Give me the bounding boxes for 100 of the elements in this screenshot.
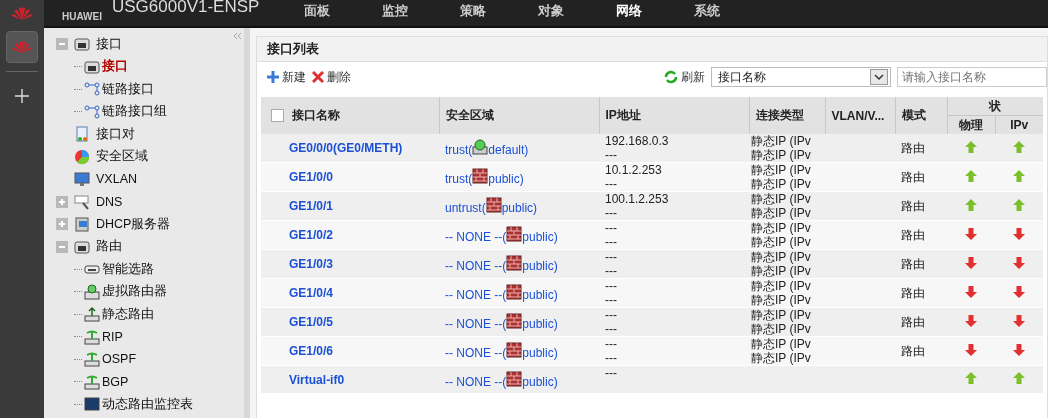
connection-type: 静态IP (IPv xyxy=(751,264,812,278)
tree-item[interactable]: 接口 xyxy=(96,35,122,53)
vsys-link[interactable]: public) xyxy=(522,230,558,244)
tree-item[interactable]: 链路接口 xyxy=(102,80,154,98)
interface-link[interactable]: GE1/0/2 xyxy=(289,228,334,242)
ip-address: --- xyxy=(605,337,618,351)
ip-address: --- xyxy=(605,264,618,278)
vsys-link[interactable]: public) xyxy=(522,374,558,389)
tree-item[interactable]: 接口对 xyxy=(96,125,135,143)
column-header: VLAN/V... xyxy=(831,108,885,123)
mode-cell: 路由 xyxy=(901,285,925,300)
monitor-icon xyxy=(74,171,90,188)
collapse-toggle[interactable] xyxy=(56,38,68,51)
nav-tab[interactable]: 对象 xyxy=(538,2,617,20)
column-header: 接口名称 xyxy=(292,108,340,122)
tree-item[interactable]: 智能选路 xyxy=(102,260,154,278)
mode-cell: 路由 xyxy=(901,256,925,271)
ip-address: 100.1.2.253 xyxy=(605,192,670,206)
search-field[interactable]: 请输入接口名称 xyxy=(897,67,1047,87)
tree-item[interactable]: 路由 xyxy=(96,238,122,256)
port-icon xyxy=(74,36,90,53)
column-header: 模式 xyxy=(901,108,926,122)
vsys-link[interactable]: public) xyxy=(522,317,558,331)
pie-chart-icon xyxy=(74,148,90,165)
new-button[interactable]: 新建 xyxy=(267,68,306,86)
expand-toggle[interactable] xyxy=(56,218,68,231)
select-all-checkbox[interactable] xyxy=(271,109,284,123)
router-icon xyxy=(84,306,100,323)
add-icon[interactable] xyxy=(14,88,30,104)
device-button[interactable] xyxy=(6,31,38,63)
connection-type: 静态IP (IPv xyxy=(751,235,812,249)
tree-item[interactable]: 虚拟路由器 xyxy=(102,283,167,301)
vsys-link[interactable]: public) xyxy=(522,259,558,273)
expand-toggle[interactable] xyxy=(56,195,68,208)
nav-tab[interactable]: 网络 xyxy=(616,2,695,20)
tree-item[interactable]: 静态路由 xyxy=(102,305,154,323)
zone-link[interactable]: -- NONE --( xyxy=(445,259,507,273)
zone-link[interactable]: untrust( xyxy=(445,201,486,215)
zone-link[interactable]: -- NONE --( xyxy=(445,230,507,244)
brick-wall-icon xyxy=(506,370,523,387)
zone-link[interactable]: -- NONE --( xyxy=(445,317,507,331)
collapse-toggle[interactable] xyxy=(56,240,68,253)
mode-cell: 路由 xyxy=(901,314,925,329)
interface-link[interactable]: GE1/0/6 xyxy=(289,344,334,358)
router-icon xyxy=(84,373,100,390)
zone-link[interactable]: -- NONE --( xyxy=(445,374,507,389)
vsys-link[interactable]: default) xyxy=(488,143,529,157)
mode-cell: 路由 xyxy=(901,169,925,184)
collapse-icon[interactable] xyxy=(232,32,242,40)
vsys-link[interactable]: public) xyxy=(501,201,538,215)
interface-link[interactable]: GE1/0/5 xyxy=(289,315,334,329)
connection-type: 静态IP (IPv xyxy=(751,308,812,322)
interface-link[interactable]: GE1/0/0 xyxy=(289,170,334,184)
tree-item[interactable]: OSPF xyxy=(102,352,137,367)
column-header: 物理 xyxy=(959,117,983,132)
logo-icon xyxy=(12,40,32,54)
ip-address: --- xyxy=(605,366,618,380)
brand-label: HUAWEI xyxy=(62,11,102,22)
tree-item[interactable]: 链路接口组 xyxy=(102,103,167,121)
tree-item[interactable]: 接口 xyxy=(102,58,128,76)
zone-link[interactable]: -- NONE --( xyxy=(445,288,507,302)
ip-address: 192.168.0.3 xyxy=(605,134,670,148)
tree-item[interactable]: DNS xyxy=(96,194,123,209)
ip-address: --- xyxy=(605,322,618,336)
vsys-link[interactable]: public) xyxy=(522,288,558,302)
mode-cell: 路由 xyxy=(901,227,925,242)
vsys-link[interactable]: public) xyxy=(522,346,558,360)
zone-link[interactable]: trust( xyxy=(445,172,473,186)
nav-tab[interactable]: 监控 xyxy=(382,2,461,20)
vsys-link[interactable]: public) xyxy=(488,172,524,186)
nav-tab[interactable]: 系统 xyxy=(694,2,773,20)
connection-type: 静态IP (IPv xyxy=(751,293,812,307)
connection-type: 静态IP (IPv xyxy=(751,337,812,351)
connection-type: 静态IP (IPv xyxy=(751,134,812,148)
brick-wall-icon xyxy=(506,255,523,271)
refresh-button[interactable]: 刷新 xyxy=(664,68,705,86)
delete-button[interactable]: 删除 xyxy=(312,68,351,86)
interface-link[interactable]: GE1/0/1 xyxy=(289,199,334,213)
tree-item[interactable]: BGP xyxy=(102,374,129,389)
filter-dropdown[interactable]: 接口名称 xyxy=(711,67,891,87)
tree-item[interactable]: DHCP服务器 xyxy=(96,215,171,233)
connection-type: 静态IP (IPv xyxy=(751,279,812,293)
nav-tab[interactable]: 策略 xyxy=(460,2,539,20)
interface-link[interactable]: Virtual-if0 xyxy=(289,372,345,387)
tree-item[interactable]: RIP xyxy=(102,329,123,344)
panel-title: 接口列表 xyxy=(267,40,319,58)
nav-tab[interactable]: 面板 xyxy=(304,2,383,20)
tree-item[interactable]: 安全区域 xyxy=(96,148,148,166)
mode-cell: 路由 xyxy=(901,198,925,213)
connection-type: 静态IP (IPv xyxy=(751,177,812,191)
tree-item[interactable]: 动态路由监控表 xyxy=(102,395,193,413)
ip-address: --- xyxy=(605,250,618,264)
zone-link[interactable]: trust( xyxy=(445,143,473,157)
interface-link[interactable]: GE1/0/3 xyxy=(289,257,334,271)
column-header: 安全区域 xyxy=(445,108,494,122)
interface-link[interactable]: GE1/0/4 xyxy=(289,286,334,300)
brick-wall-icon xyxy=(472,168,489,184)
zone-link[interactable]: -- NONE --( xyxy=(445,346,507,360)
tree-item[interactable]: VXLAN xyxy=(96,172,137,187)
connection-type: 静态IP (IPv xyxy=(751,148,812,162)
